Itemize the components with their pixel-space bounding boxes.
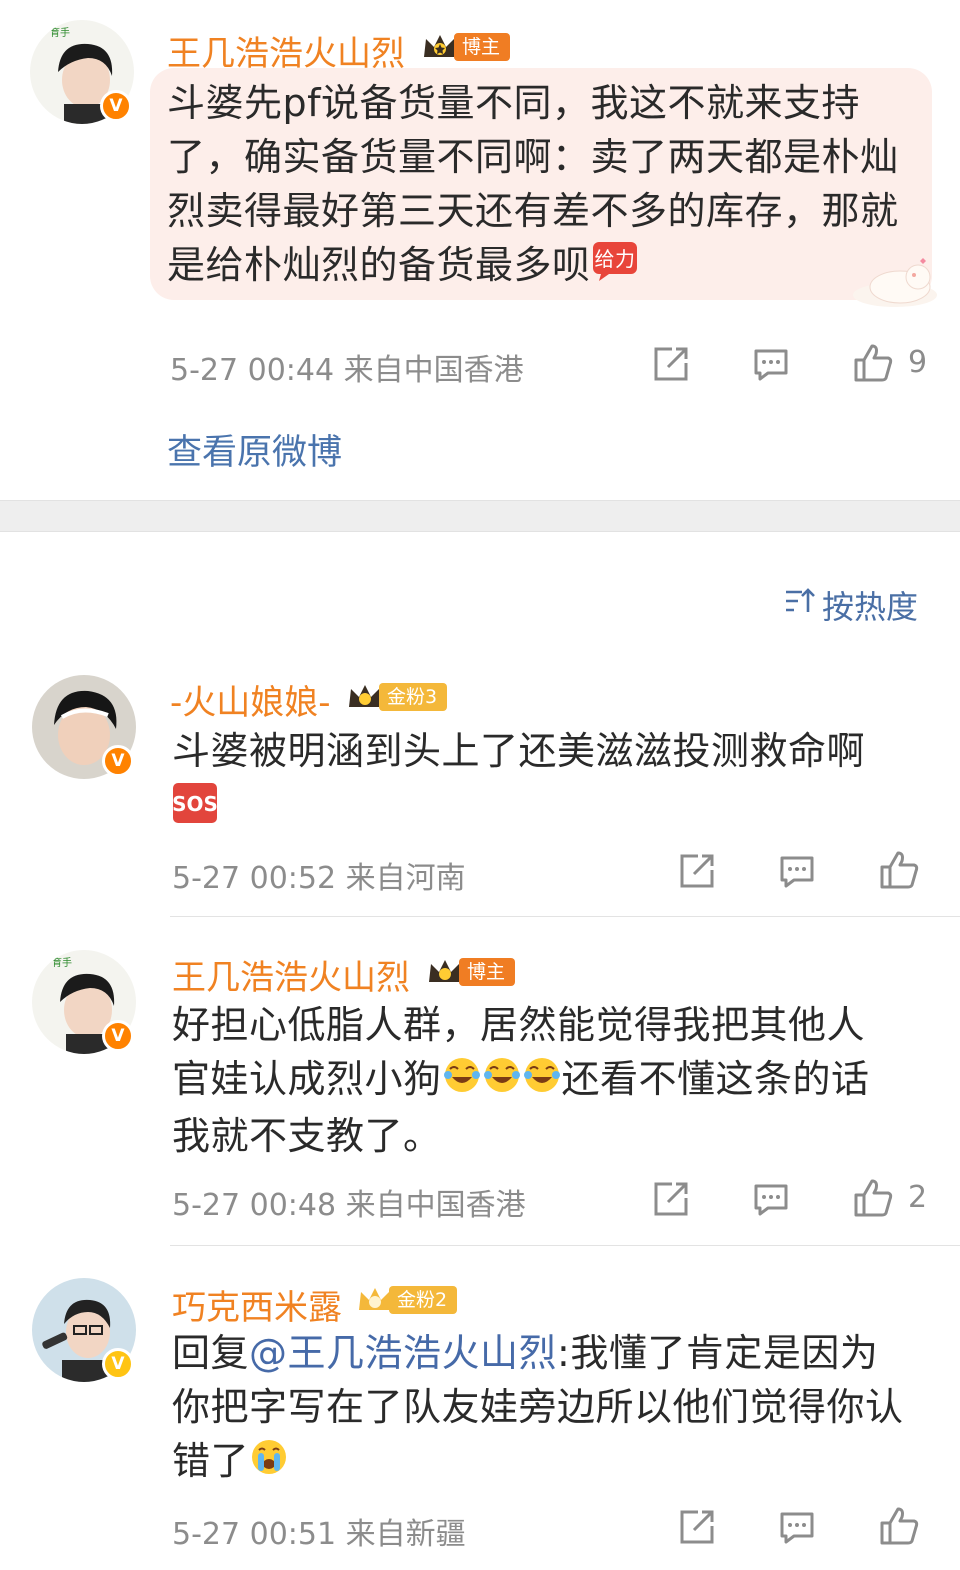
like-icon[interactable] (878, 1505, 920, 1547)
share-icon[interactable] (650, 1178, 692, 1220)
geili-emoji-icon: 给力 (591, 240, 639, 296)
verified-icon: V (102, 1348, 134, 1380)
comment-text: 回复@王几浩浩火山烈:我懂了肯定是因为你把字写在了队友娃旁边所以他们觉得你认错了 (172, 1326, 912, 1491)
comment-author-name[interactable]: -火山娘娘- (170, 675, 331, 724)
comment-meta: 5-27 00:52 来自河南 (172, 861, 466, 896)
post-like-count: 9 (908, 345, 928, 380)
host-badge-label: 博主 (459, 958, 516, 986)
share-icon[interactable] (676, 1506, 718, 1548)
view-original-link[interactable]: 查看原微博 (167, 424, 342, 475)
post-text-body: 斗婆先pf说备货量不同，我这不就来支持了，确实备货量不同啊：卖了两天都是朴灿烈卖… (167, 81, 899, 287)
mention-link[interactable]: @王几浩浩火山烈 (249, 1331, 557, 1375)
sort-toggle[interactable]: 按热度 (784, 582, 918, 628)
svg-text:SOS: SOS (172, 792, 218, 816)
crying-emoji-icon (249, 1437, 289, 1491)
author-badge: 博主 (425, 955, 516, 989)
comment-text: 斗婆被明涵到头上了还美滋滋投测救命啊 (172, 724, 912, 778)
fan-badge-label: 金粉3 (379, 683, 448, 711)
verified-icon: V (100, 90, 132, 122)
comment-separator (170, 916, 960, 917)
share-icon[interactable] (676, 850, 718, 892)
sos-emoji-icon: SOS (172, 783, 218, 823)
verified-icon: V (102, 1020, 134, 1052)
comment-text-body: 斗婆被明涵到头上了还美滋滋投测救命啊 (172, 729, 866, 773)
svg-text:育手: 育手 (50, 26, 70, 39)
original-post: 育手 V 王几浩浩火山烈 博主 斗婆先pf说备货量不同，我这不就来支持了，确实备… (0, 0, 960, 500)
svg-text:育手: 育手 (52, 956, 72, 969)
avatar[interactable]: 育手 V (32, 950, 136, 1054)
fan-badge-label: 金粉2 (389, 1286, 458, 1314)
comment-icon[interactable] (776, 1506, 818, 1548)
like-icon[interactable] (878, 849, 920, 891)
post-text: 斗婆先pf说备货量不同，我这不就来支持了，确实备货量不同啊：卖了两天都是朴灿烈卖… (167, 76, 912, 296)
post-meta: 5-27 00:44 来自中国香港 (170, 353, 524, 388)
fan-badge: 金粉3 (345, 680, 448, 714)
avatar[interactable]: V (32, 675, 136, 779)
comment-meta: 5-27 00:51 来自新疆 (172, 1517, 466, 1552)
comment-icon[interactable] (776, 850, 818, 892)
reply-prefix: 回复 (172, 1331, 250, 1375)
author-badge: 博主 (420, 30, 511, 64)
sort-icon (784, 586, 816, 624)
comment-author-name[interactable]: 王几浩浩火山烈 (172, 950, 410, 999)
laugh-cry-emoji-icon (442, 1055, 562, 1109)
share-icon[interactable] (650, 343, 692, 385)
geili-emoji-label: 给力 (594, 247, 635, 271)
comment-meta: 5-27 00:48 来自中国香港 (172, 1188, 526, 1223)
sort-label: 按热度 (822, 588, 919, 626)
host-badge-label: 博主 (454, 33, 511, 61)
cat-sticker-icon (853, 258, 937, 307)
verified-icon: V (102, 745, 134, 777)
fan-badge: 金粉2 (355, 1283, 458, 1317)
comment-author-name[interactable]: 巧克西米露 (172, 1280, 342, 1329)
avatar[interactable]: V (32, 1278, 136, 1382)
comment-separator (170, 1245, 960, 1246)
comment-icon[interactable] (750, 343, 792, 385)
like-icon[interactable] (852, 342, 894, 384)
avatar[interactable]: 育手 V (30, 20, 134, 124)
like-icon[interactable] (852, 1177, 894, 1219)
comment-icon[interactable] (750, 1178, 792, 1220)
comment-text: 好担心低脂人群，居然能觉得我把其他人官娃认成烈小狗 还看不懂这条的话我就不支教了。 (172, 998, 902, 1163)
section-divider (0, 500, 960, 532)
comment-like-count: 2 (908, 1180, 928, 1215)
